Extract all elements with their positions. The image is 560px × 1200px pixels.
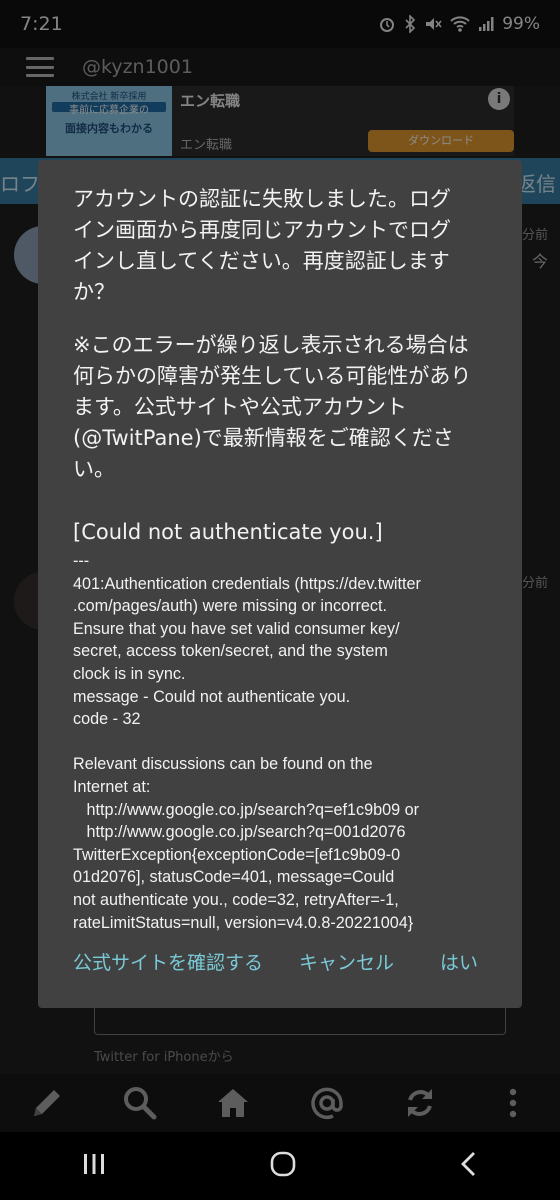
cancel-button[interactable]: キャンセル — [299, 948, 394, 975]
error-dialog: アカウントの認証に失敗しました。ログ イン画面から再度同じアカウントでログ イン… — [38, 160, 522, 1008]
dialog-error-heading: [Could not authenticate you.] — [73, 520, 383, 544]
dialog-notice: ※このエラーが繰り返し表示される場合は何らかの障害が発生している可能性があります… — [73, 333, 472, 481]
home-nav-icon[interactable] — [269, 1150, 297, 1182]
official-site-button[interactable]: 公式サイトを確認する — [73, 948, 263, 975]
system-nav-bar — [0, 1132, 560, 1200]
ok-button[interactable]: はい — [440, 948, 478, 975]
dialog-error-detail: --- 401:Authentication credentials (http… — [73, 552, 421, 932]
recents-icon[interactable] — [81, 1152, 107, 1180]
back-icon[interactable] — [459, 1151, 479, 1181]
dialog-message: アカウントの認証に失敗しました。ログ イン画面から再度同じアカウントでログ イン… — [73, 187, 451, 304]
dialog-actions: 公式サイトを確認する キャンセル はい — [38, 948, 522, 984]
